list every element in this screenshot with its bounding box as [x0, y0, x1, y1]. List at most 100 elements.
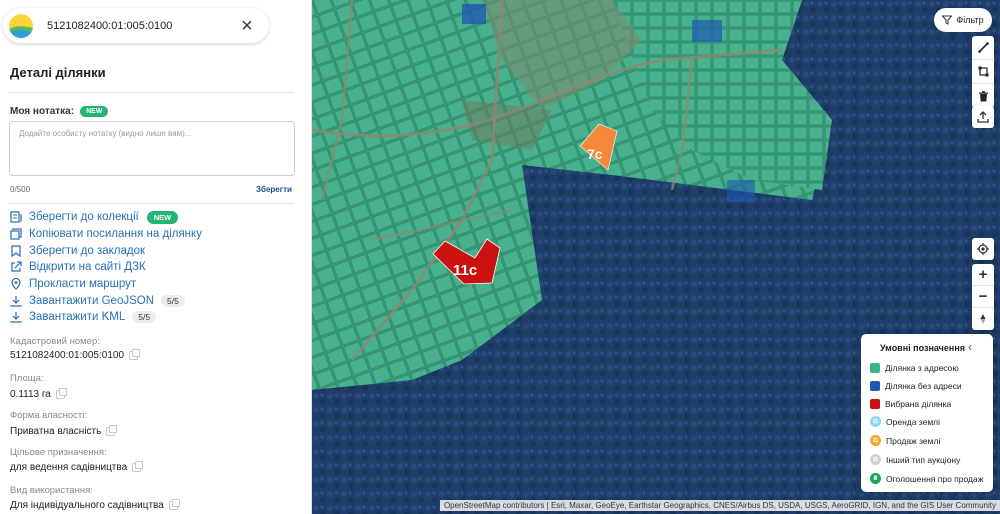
- legend-item: ⚖ Інший тип аукціону: [870, 454, 960, 465]
- legend-item: ₴ Оголошення про продаж: [870, 473, 983, 484]
- field-value: 0.1113 га: [10, 388, 67, 400]
- filter-button[interactable]: Фільтр: [934, 8, 992, 32]
- action-label: Копіювати посилання на ділянку: [29, 228, 202, 241]
- build-route-link[interactable]: Прокласти маршрут: [10, 276, 202, 293]
- page-title: Деталі ділянки: [10, 65, 106, 80]
- field-label: Форма власності:: [10, 410, 88, 421]
- external-link-icon: [11, 261, 22, 273]
- map-view[interactable]: 7c 11c Фільтр + − Умовні позначення ‹ Ді…: [312, 0, 1000, 514]
- line-tool-icon: [977, 42, 989, 53]
- purpose-value: для ведення садівництва: [10, 462, 128, 473]
- action-label: Зберегти до колекції: [29, 211, 139, 224]
- divider: [8, 92, 294, 93]
- field-label: Площа:: [10, 373, 44, 384]
- draw-toolbar: [972, 36, 994, 108]
- copy-icon[interactable]: [129, 349, 141, 360]
- copy-link-icon: [10, 228, 22, 240]
- download-geojson-link[interactable]: Завантажити GeoJSON 5/5: [10, 292, 202, 309]
- legend-label: Оголошення про продаж: [886, 473, 984, 484]
- save-to-collection-link[interactable]: Зберегти до колекції NEW: [10, 209, 202, 226]
- swatch-green: [870, 363, 880, 373]
- legend-label: Вибрана ділянка: [885, 399, 952, 409]
- delete-drawing-button[interactable]: [972, 84, 994, 108]
- new-badge: NEW: [146, 210, 179, 224]
- download-kml-link[interactable]: Завантажити KML 5/5: [10, 309, 202, 326]
- folder-icon: [10, 211, 22, 223]
- draw-polygon-button[interactable]: [972, 60, 994, 84]
- chevron-left-icon[interactable]: ‹: [962, 339, 978, 355]
- parcel-sale-label: 7c: [587, 146, 603, 162]
- area-value: 0.1113 га: [10, 389, 51, 400]
- sale-icon: ⚖: [870, 435, 881, 446]
- search-query[interactable]: 5121082400:01:005:0100: [47, 20, 235, 32]
- note-char-counter: 0/500: [10, 185, 31, 194]
- rent-icon: ⚖: [870, 416, 881, 427]
- map-legend: Умовні позначення ‹ Ділянка з адресою Ді…: [861, 334, 993, 492]
- zoom-in-button[interactable]: +: [972, 264, 994, 286]
- field-label: Вид використання:: [10, 485, 93, 496]
- swatch-red: [870, 399, 880, 409]
- parcel-no-address[interactable]: [692, 20, 722, 42]
- action-label: Завантажити KML: [29, 311, 126, 324]
- copy-icon[interactable]: [132, 461, 144, 472]
- field-value: Для індивідуального садівництва: [10, 499, 180, 511]
- crosshair-icon: [977, 243, 989, 255]
- legend-label: Інший тип аукціону: [886, 454, 961, 465]
- action-label: Зберегти до закладок: [29, 244, 146, 257]
- copy-icon[interactable]: [106, 425, 118, 436]
- legend-label: Продаж землі: [886, 435, 941, 446]
- bookmark-icon: [11, 245, 21, 257]
- filter-label: Фільтр: [956, 15, 984, 25]
- app-logo: [9, 13, 33, 38]
- compass-button[interactable]: [972, 308, 994, 330]
- geolocate-button[interactable]: [972, 238, 994, 260]
- parcel-no-address[interactable]: [727, 180, 755, 202]
- search-bar[interactable]: 5121082400:01:005:0100 ×: [3, 8, 269, 43]
- filter-icon: [942, 15, 953, 25]
- field-value: 5121082400:01:005:0100: [10, 349, 141, 361]
- trash-icon: [978, 90, 988, 101]
- draw-line-button[interactable]: [972, 36, 994, 60]
- download-icon: [10, 312, 22, 324]
- legend-item: ⚖ Оренда землі: [870, 416, 940, 427]
- legend-label: Ділянка без адреси: [885, 381, 962, 391]
- share-button[interactable]: [972, 106, 994, 128]
- usage-value: Для індивідуального садівництва: [10, 500, 164, 511]
- download-count: 5/5: [132, 311, 157, 324]
- legend-label: Оренда землі: [886, 416, 941, 427]
- parcel-no-address[interactable]: [462, 4, 486, 24]
- field-value: для ведення садівництва: [10, 461, 144, 473]
- note-label-text: Моя нотатка:: [10, 106, 75, 117]
- parcel-selected-label: 11c: [453, 262, 477, 279]
- swatch-blue: [870, 381, 880, 391]
- note-save-button[interactable]: Зберегти: [256, 185, 292, 194]
- legend-item: Ділянка без адреси: [870, 381, 962, 391]
- ownership-value: Приватна власність: [10, 426, 102, 437]
- details-sidebar: 5121082400:01:005:0100 × Деталі ділянки …: [0, 0, 312, 514]
- note-label: Моя нотатка: NEW: [10, 106, 109, 117]
- sale-ad-icon: ₴: [870, 473, 881, 484]
- close-icon[interactable]: ×: [235, 14, 259, 38]
- legend-item: Вибрана ділянка: [870, 399, 951, 409]
- field-label: Цільове призначення:: [10, 447, 107, 458]
- download-count: 5/5: [161, 294, 185, 307]
- action-label: Завантажити GeoJSON: [29, 294, 155, 307]
- polygon-tool-icon: [978, 66, 988, 77]
- legend-title: Умовні позначення: [880, 343, 966, 353]
- note-textarea[interactable]: Додайте особисту нотатку (видно лише вам…: [9, 121, 295, 176]
- field-label: Кадастровий номер:: [10, 336, 100, 347]
- open-dzk-link[interactable]: Відкрити на сайті ДЗК: [10, 259, 202, 276]
- legend-item: Ділянка з адресою: [870, 363, 959, 373]
- copy-icon[interactable]: [55, 388, 67, 399]
- other-auction-icon: ⚖: [870, 454, 881, 465]
- zoom-out-button[interactable]: −: [972, 286, 994, 308]
- map-attribution: OpenStreetMap contributors | Esri, Maxar…: [439, 500, 1000, 511]
- copy-icon[interactable]: [168, 499, 180, 510]
- new-badge: NEW: [80, 106, 109, 117]
- actions-list: Зберегти до колекції NEW Копіювати посил…: [10, 209, 202, 326]
- save-bookmark-link[interactable]: Зберегти до закладок: [10, 242, 202, 259]
- divider: [8, 203, 294, 204]
- share-icon: [977, 111, 989, 123]
- action-label: Прокласти маршрут: [29, 278, 137, 291]
- copy-link-link[interactable]: Копіювати посилання на ділянку: [10, 226, 202, 243]
